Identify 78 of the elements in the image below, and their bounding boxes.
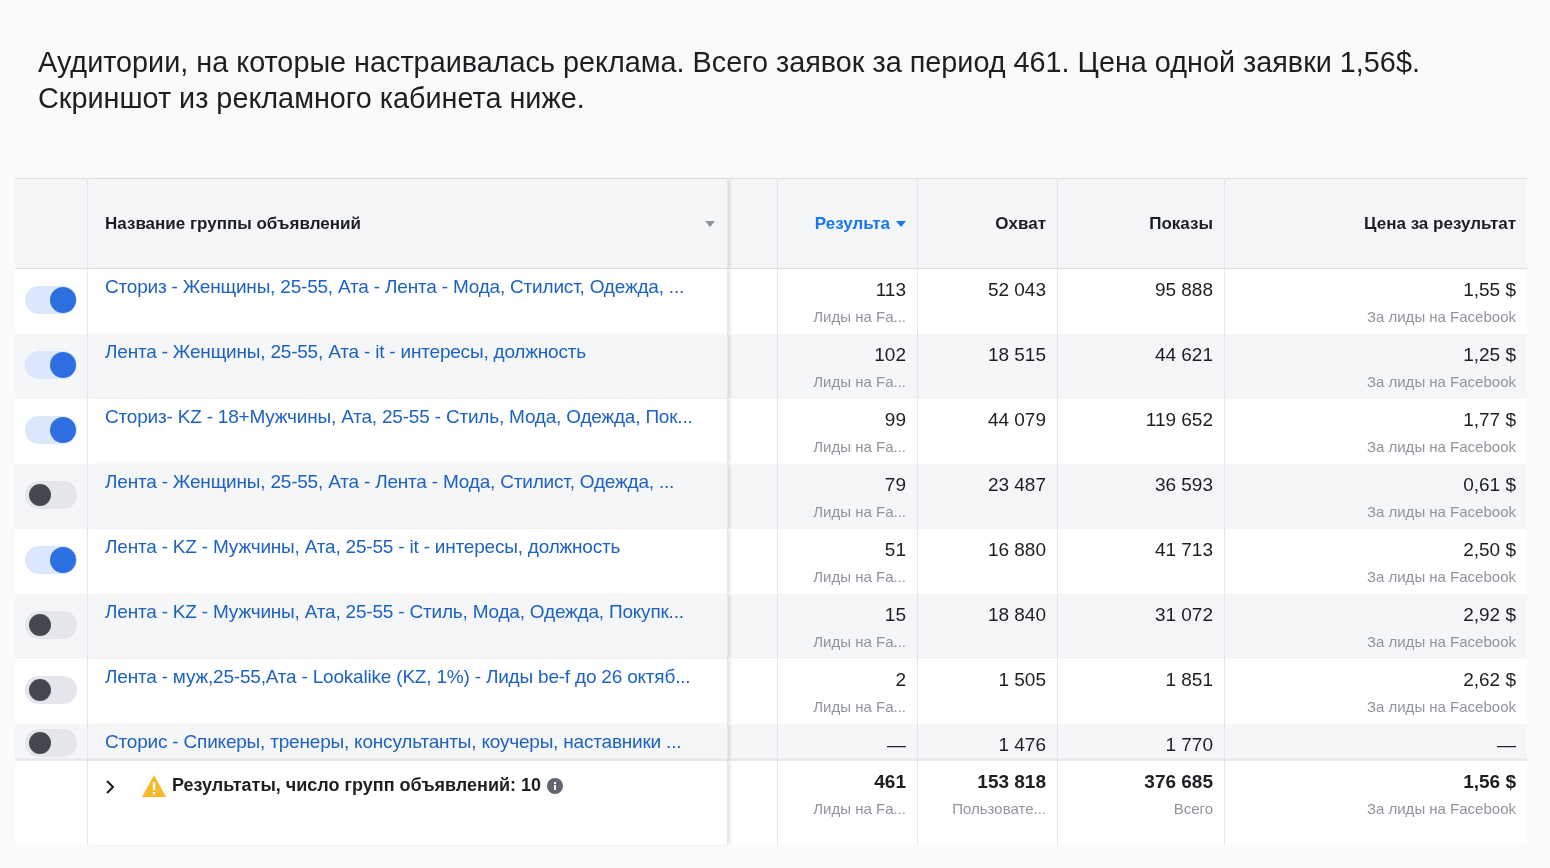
column-header[interactable]: Цена за результат [1364,213,1516,234]
metric-value: 79 [884,474,906,496]
metric-value: 1 851 [1165,669,1213,691]
metric-value: 376 685 [1144,771,1213,793]
column-header[interactable]: Показы [1149,213,1213,234]
toggle-switch[interactable] [25,415,77,444]
metric-value: 95 888 [1154,279,1213,301]
metric-label: За лиды на Facebook [1366,633,1516,650]
sort-caret-icon [896,220,906,227]
metric-label: Лиды на Fa... [813,308,906,325]
toggle-switch[interactable] [25,480,77,509]
metric-value: 1,56 $ [1463,771,1516,793]
metric-label: За лиды на Facebook [1366,568,1516,585]
metric-label: За лиды на Facebook [1366,438,1516,455]
metric-label: За лиды на Facebook [1366,373,1516,390]
metric-value: 41 713 [1154,539,1213,561]
metric-label: За лиды на Facebook [1366,503,1516,520]
toggle-switch[interactable] [25,675,77,704]
metric-label: Лиды на Fa... [813,373,906,390]
toggle-switch[interactable] [25,545,77,574]
metric-value: 461 [874,771,906,793]
metric-value: 16 880 [987,539,1046,561]
metric-value: — [887,734,906,756]
info-icon[interactable] [547,778,564,794]
metric-value: 0,61 $ [1463,474,1516,496]
toggle-switch[interactable] [25,350,77,379]
metric-value: 113 [875,279,906,301]
metric-label: Пользовате... [952,800,1046,817]
metric-value: 1,25 $ [1463,344,1516,366]
metric-label: За лиды на Facebook [1366,698,1516,715]
toggle-switch[interactable] [25,729,77,757]
metric-label: За лиды на Facebook [1366,800,1516,817]
metric-label: Всего [1173,800,1213,817]
metric-label: Лиды на Fa... [813,698,906,715]
metric-value: 2,62 $ [1463,669,1516,691]
metric-label: За лиды на Facebook [1366,308,1516,325]
metric-value: 52 043 [987,279,1046,301]
metric-label: Лиды на Fa... [813,800,906,817]
metric-value: 15 [884,604,906,626]
metric-label: Лиды на Fa... [813,503,906,520]
toggle-switch[interactable] [25,285,77,314]
metric-value: 23 487 [987,474,1046,496]
metric-value: 18 515 [987,344,1046,366]
metric-value: — [1497,734,1516,756]
metric-label: Лиды на Fa... [813,438,906,455]
toggle-switch[interactable] [25,610,77,639]
metric-value: 51 [884,539,906,561]
metric-value: 31 072 [1154,604,1213,626]
metric-value: 119 652 [1145,409,1213,431]
ad-group-link[interactable]: Сториз- KZ - 18+Мужчины, Ата, 25-55 - Стиль, Мода, Одежда, Пок... [105,406,693,427]
metric-label: Лиды на Fa... [813,633,906,650]
ad-group-link[interactable]: Лента - муж,25-55,Ата - Lookalike (KZ, 1%) - Лиды be-f до 26 октяб... [105,666,691,687]
ad-group-link[interactable]: Сториз - Женщины, 25-55, Ата - Лента - Мода, Стилист, Одежда, ... [105,276,685,297]
metric-value: 1 770 [1165,734,1213,756]
metric-value: 44 079 [987,409,1046,431]
metric-value: 1,77 $ [1463,409,1516,431]
metric-value: 2,92 $ [1463,604,1516,626]
metric-value: 36 593 [1154,474,1213,496]
warning-icon [142,775,166,797]
intro-paragraph: Аудитории, на которые настраивалась реклама. Всего заявок за период 461. Цена одной заявки 1,56$. Скриншот из рекламного кабинета ниже. [37,45,1421,116]
metric-value: 44 621 [1154,344,1213,366]
metric-value: 2 [895,669,906,691]
metric-value: 2,50 $ [1463,539,1516,561]
metric-value: 102 [874,344,906,366]
metric-value: 99 [884,409,906,431]
caret-icon [705,220,715,227]
summary-label: Результаты, число групп объявлений: 10 [172,775,542,796]
metric-label: Лиды на Fa... [813,568,906,585]
metric-value: 153 818 [977,771,1046,793]
metric-value: 1 505 [998,669,1046,691]
column-header[interactable]: Результа [814,213,890,234]
chevron-right-icon[interactable] [106,780,114,794]
metric-value: 18 840 [987,604,1046,626]
column-header[interactable]: Охват [995,213,1046,234]
ad-group-link[interactable]: Лента - KZ - Мужчины, Ата, 25-55 - it - интересы, должность [105,536,621,557]
metric-value: 1,55 $ [1463,279,1516,301]
metric-value: 1 476 [998,734,1046,756]
column-header[interactable]: Название группы объявлений [105,213,361,234]
